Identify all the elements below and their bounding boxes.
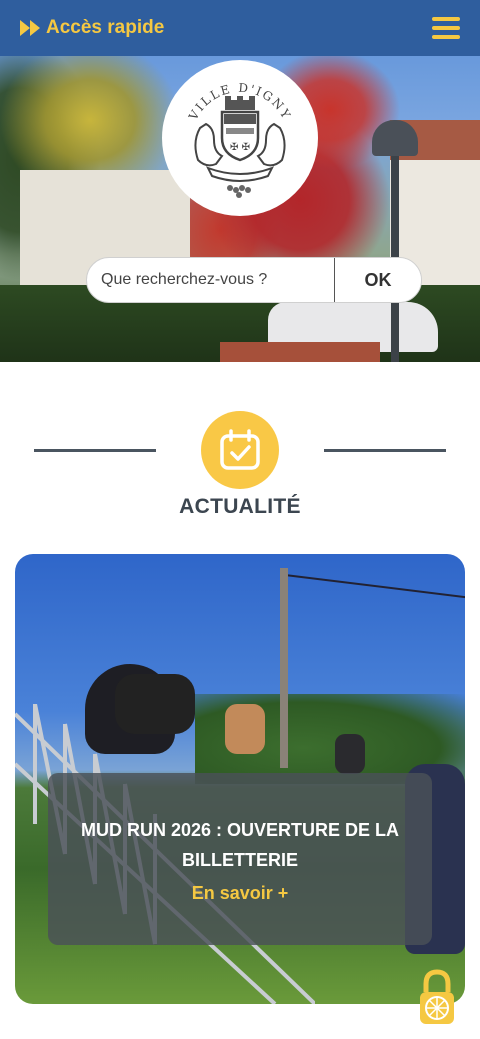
hero-wall [220, 342, 380, 362]
calendar-badge [201, 411, 279, 489]
section-title: ACTUALITÉ [179, 495, 301, 518]
divider-left [34, 449, 156, 452]
street-lamp-head [372, 120, 418, 156]
coat-of-arms-icon: VILLE D'IGNY ✠ ✠ [186, 81, 292, 198]
search-bar: OK [86, 257, 422, 303]
quick-access-label: Accès rapide [46, 17, 165, 38]
accessibility-lock-icon[interactable] [414, 968, 460, 1028]
svg-text:✠ ✠: ✠ ✠ [230, 142, 250, 153]
card-photo-runner [335, 734, 365, 774]
calendar-check-icon [220, 429, 260, 470]
card-photo-runner [115, 674, 195, 734]
search-submit-button[interactable]: OK [335, 258, 421, 302]
card-photo-wire [284, 574, 465, 600]
news-caption-box: MUD RUN 2026 : OUVERTURE DE LA BILLETTER… [48, 773, 432, 945]
read-more-link[interactable]: En savoir + [192, 883, 289, 904]
fast-forward-icon [20, 20, 40, 36]
card-photo-runner [225, 704, 265, 754]
news-headline[interactable]: MUD RUN 2026 : OUVERTURE DE LA BILLETTER… [72, 815, 408, 875]
news-section-header: ACTUALITÉ [0, 405, 480, 525]
top-bar: Accès rapide [0, 0, 480, 56]
quick-access-button[interactable]: Accès rapide [20, 17, 164, 39]
news-card[interactable]: MUD RUN 2026 : OUVERTURE DE LA BILLETTER… [15, 554, 465, 1004]
search-input[interactable] [87, 258, 334, 302]
hamburger-menu-icon[interactable] [432, 17, 460, 39]
divider-right [324, 449, 446, 452]
city-logo[interactable]: VILLE D'IGNY ✠ ✠ [162, 60, 318, 216]
street-lamp [391, 150, 399, 362]
